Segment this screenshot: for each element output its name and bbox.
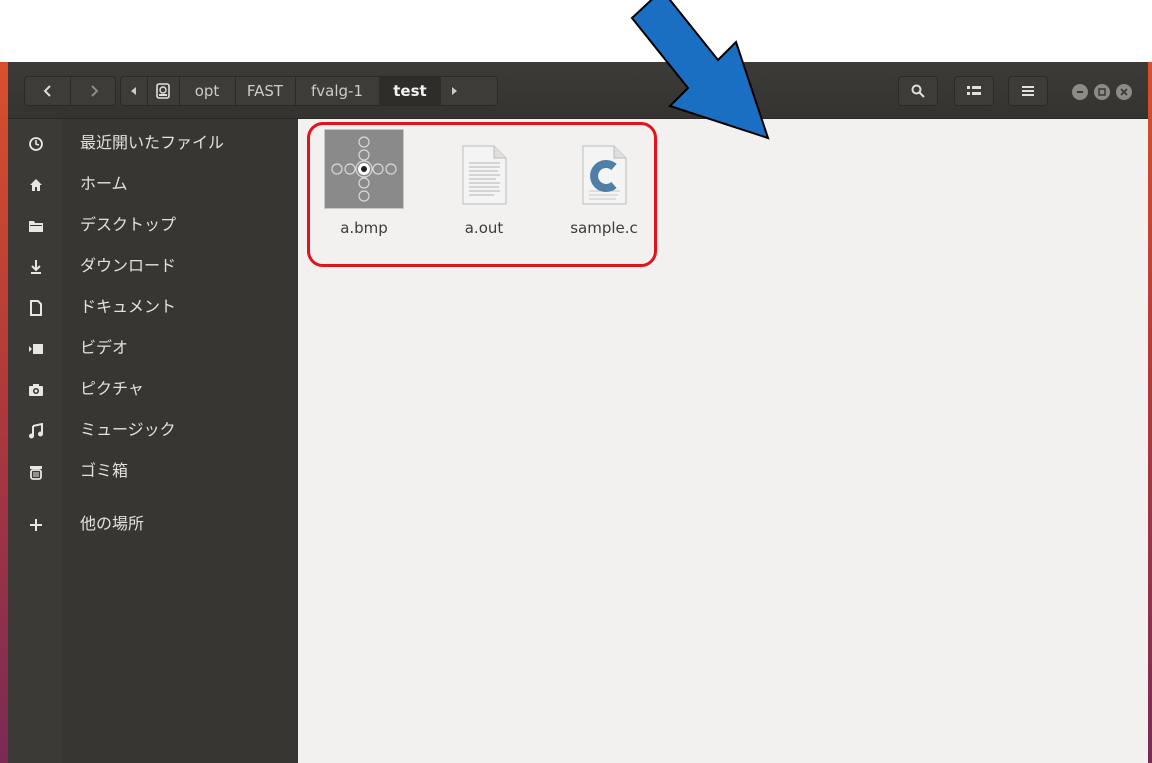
chevron-left-icon: [43, 85, 51, 97]
maximize-icon: [1098, 88, 1106, 96]
chevron-right-icon: [90, 85, 98, 97]
sidebar-item-pictures[interactable]: ピクチャ: [8, 370, 298, 410]
home-icon: [26, 175, 46, 195]
music-icon: [26, 421, 46, 441]
path-item-fast[interactable]: FAST: [235, 77, 296, 105]
camera-icon: [26, 380, 46, 400]
path-item-fvalg-1[interactable]: fvalg-1: [295, 77, 380, 105]
caret-right-icon: [452, 87, 457, 95]
sidebar-item-label: ビデオ: [80, 338, 129, 357]
path-item-test[interactable]: test: [379, 77, 441, 105]
caret-left-icon: [131, 87, 136, 95]
minimize-icon: [1077, 91, 1083, 93]
minimize-button[interactable]: [1072, 84, 1088, 100]
sidebar-item-desktop[interactable]: デスクトップ: [8, 206, 298, 246]
hamburger-icon: [1022, 86, 1034, 96]
sidebar-item-music[interactable]: ミュージック: [8, 411, 298, 451]
video-icon: [26, 339, 46, 359]
document-icon: [26, 298, 46, 318]
sidebar-item-trash[interactable]: ゴミ箱: [8, 452, 298, 492]
navigation-buttons: [24, 76, 116, 106]
path-bar: opt FAST fvalg-1 test: [120, 76, 498, 106]
path-item-opt[interactable]: opt: [179, 77, 236, 105]
close-button[interactable]: [1116, 84, 1132, 100]
sidebar-item-label: ホーム: [80, 174, 128, 193]
sidebar-item-label: デスクトップ: [80, 215, 177, 234]
clock-icon: [26, 134, 46, 154]
grid-view-icon: [967, 86, 981, 95]
arrow-annotation-icon: [630, 0, 770, 140]
path-scroll-right-button[interactable]: [441, 77, 467, 105]
sidebar-item-documents[interactable]: ドキュメント: [8, 288, 298, 328]
sidebar-item-label: ミュージック: [80, 420, 176, 439]
download-icon: [26, 257, 46, 277]
folder-icon: [26, 216, 46, 236]
sidebar-item-label: ピクチャ: [80, 379, 144, 398]
view-toggle-button[interactable]: [954, 76, 994, 106]
desktop-background-left: [0, 62, 8, 763]
sidebar-item-label: 他の場所: [80, 514, 145, 533]
trash-icon: [26, 462, 46, 482]
drive-icon: [156, 83, 170, 99]
maximize-button[interactable]: [1094, 84, 1110, 100]
plus-icon: [26, 515, 46, 535]
close-icon: [1120, 88, 1128, 96]
sidebar-item-label: ダウンロード: [80, 256, 177, 275]
sidebar-item-other-locations[interactable]: 他の場所: [8, 505, 298, 545]
search-icon: [911, 84, 925, 98]
menu-button[interactable]: [1008, 76, 1048, 106]
sidebar: 最近開いたファイル ホーム デスクトップ ダウンロード ドキュメント ビデオ ピ…: [8, 119, 298, 763]
sidebar-item-recent[interactable]: 最近開いたファイル: [8, 124, 298, 164]
sidebar-item-label: ドキュメント: [80, 297, 177, 316]
sidebar-item-label: ゴミ箱: [80, 461, 129, 480]
path-root-button[interactable]: [147, 77, 180, 105]
search-button[interactable]: [898, 76, 938, 106]
header-bar: opt FAST fvalg-1 test: [8, 62, 1148, 119]
highlight-annotation: [307, 122, 657, 267]
sidebar-item-downloads[interactable]: ダウンロード: [8, 247, 298, 287]
sidebar-item-home[interactable]: ホーム: [8, 165, 298, 205]
sidebar-item-label: 最近開いたファイル: [80, 133, 225, 152]
path-scroll-left-button[interactable]: [121, 77, 148, 105]
back-button[interactable]: [25, 77, 70, 105]
sidebar-item-videos[interactable]: ビデオ: [8, 329, 298, 369]
forward-button[interactable]: [71, 77, 116, 105]
